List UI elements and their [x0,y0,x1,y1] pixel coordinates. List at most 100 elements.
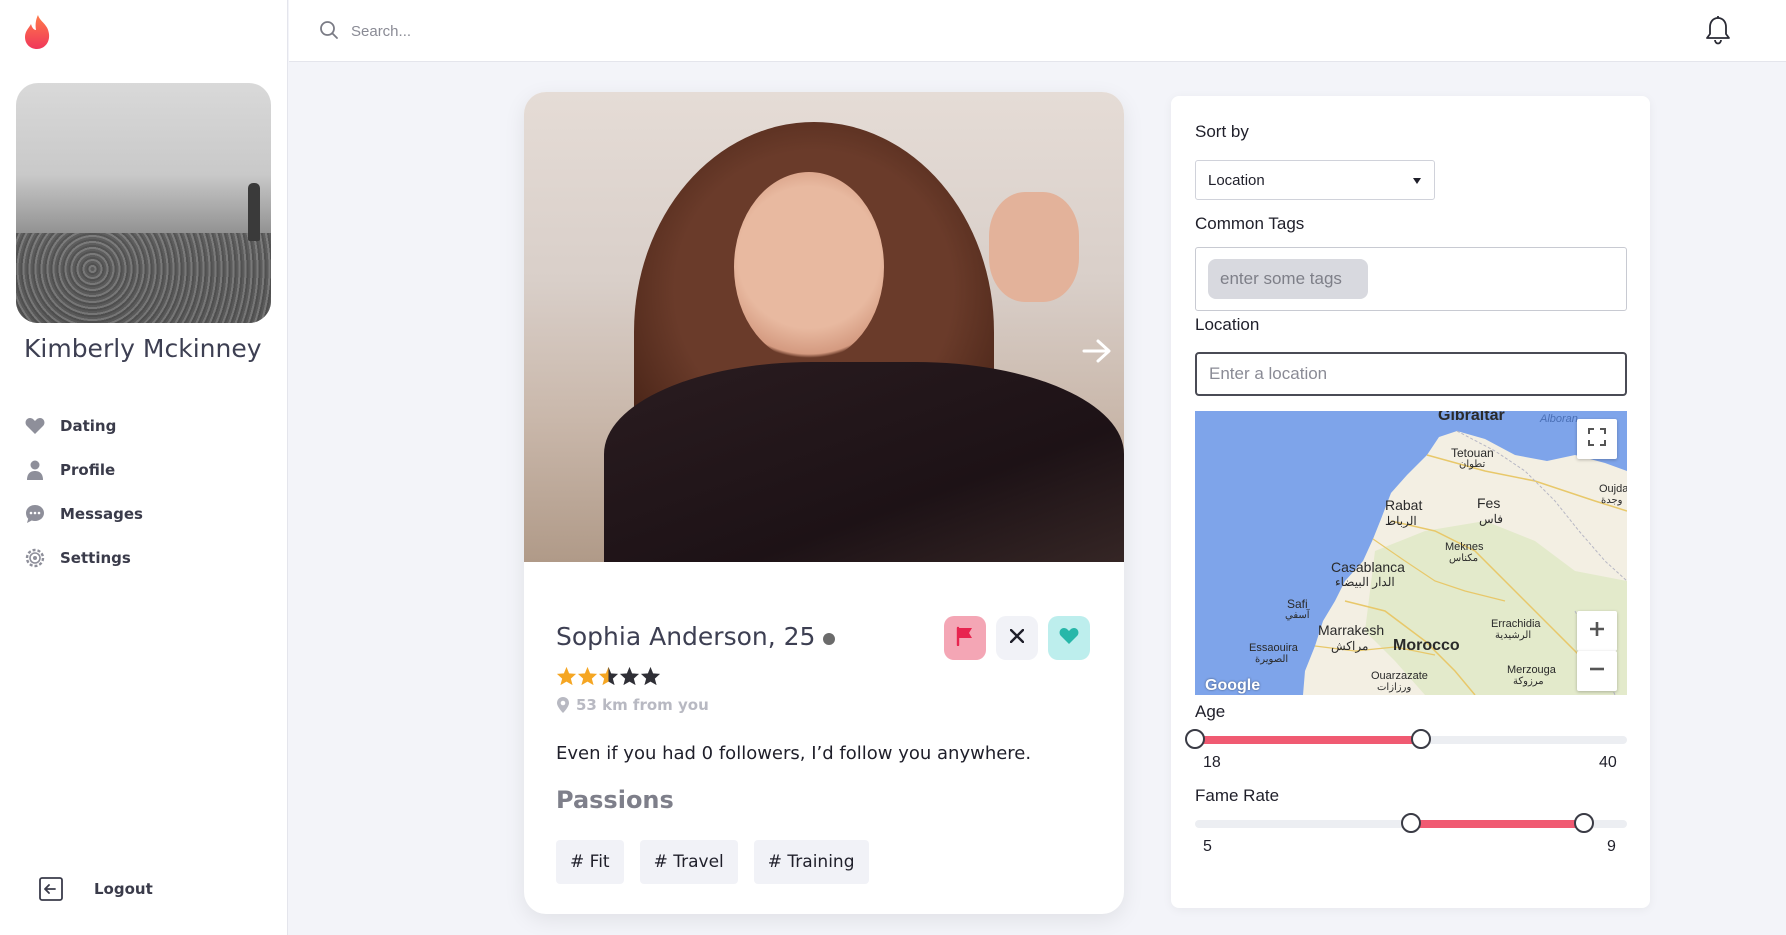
arrow-right-icon[interactable] [1082,338,1112,369]
distance-text: 53 km from you [576,696,709,714]
star-icon [577,666,598,686]
bell-icon[interactable] [1705,15,1731,50]
logout-button[interactable]: Logout [38,876,153,902]
map-label-merzouga-ar: مرزوكة [1513,676,1544,687]
online-status-dot [823,632,836,645]
map-label-oujda: Oujda [1599,483,1627,495]
sidebar-item-dating[interactable]: Dating [24,404,143,448]
sidebar-item-label: Dating [60,417,117,435]
fame-min-handle[interactable] [1401,813,1421,833]
profile-name-text: Sophia Anderson, 25 [556,622,816,651]
location-label: Location [1195,315,1260,334]
map-label-marrakesh: Marrakesh [1318,622,1385,638]
close-icon [1009,628,1025,648]
person-icon [24,459,46,481]
star-icon [619,666,640,686]
map-label-fes-ar: فاس [1479,512,1504,526]
sidebar-item-label: Profile [60,461,116,479]
top-bar [289,0,1786,62]
tags-input[interactable]: enter some tags [1195,247,1627,311]
map-label-gibraltar: Gibraltar [1438,411,1505,424]
sidebar-item-settings[interactable]: Settings [24,536,143,580]
fame-min-value: 5 [1203,838,1212,855]
map-label-rabat-ar: الرباط [1385,514,1417,528]
plus-icon [1588,620,1606,643]
minus-icon [1588,660,1606,683]
map-label-casablanca-ar: الدار البيضاء [1335,575,1395,589]
flame-icon[interactable] [22,14,54,50]
passion-tags: # Fit # Travel # Training [556,840,869,884]
profile-actions [944,616,1090,660]
map-label-oujda-ar: وجدة [1601,495,1623,506]
fame-rate-slider[interactable] [1195,813,1627,833]
profile-name: Sophia Anderson, 25 [556,622,836,651]
sidebar-item-profile[interactable]: Profile [24,448,143,492]
heart-icon [1059,627,1079,650]
age-max-value: 40 [1599,754,1617,771]
star-icon [598,666,619,686]
sort-label: Sort by [1195,122,1249,141]
location-input[interactable] [1195,352,1627,396]
sidebar-item-label: Messages [60,505,143,523]
map-label-rabat: Rabat [1385,497,1423,513]
map-label-alboran: Alboran [1540,413,1578,425]
zoom-out-button[interactable] [1577,651,1617,691]
logout-label: Logout [94,880,153,898]
passion-tag[interactable]: # Fit [556,840,624,884]
google-logo: Google [1205,677,1261,694]
map-label-meknes: Meknes [1445,541,1484,553]
map-label-errachidia-ar: الرشيدية [1495,630,1532,641]
map-label-errachidia: Errachidia [1491,618,1541,630]
flag-icon [955,626,975,651]
report-button[interactable] [944,616,986,660]
profile-bio: Even if you had 0 followers, I’d follow … [556,743,1032,764]
user-name: Kimberly Mckinney [24,334,262,363]
zoom-in-button[interactable] [1577,611,1617,651]
dislike-button[interactable] [996,616,1038,660]
map-label-tetouan-ar: تطوان [1459,459,1486,470]
map-label-ouarzazate: Ouarzazate [1371,670,1428,682]
like-button[interactable] [1048,616,1090,660]
map-label-safi-ar: آسفي [1285,610,1310,621]
fame-max-handle[interactable] [1573,813,1594,833]
chat-icon [24,503,46,525]
fullscreen-button[interactable] [1577,419,1617,459]
profile-card: Sophia Anderson, 25 53 km from you Even … [524,92,1124,914]
tags-input-placeholder[interactable]: enter some tags [1208,259,1368,299]
map-label-marrakesh-ar: مراكش [1331,639,1369,653]
logout-icon [38,876,64,902]
sort-select[interactable]: Location [1195,160,1435,200]
sort-select-value: Location [1208,171,1265,189]
map-label-ouarzazate-ar: ورزازات [1377,682,1412,693]
passion-tag[interactable]: # Travel [639,840,738,884]
profile-photo[interactable] [524,92,1124,562]
fame-rate-label: Fame Rate [1195,786,1280,805]
rating-stars [556,666,661,686]
age-label: Age [1195,702,1226,721]
map-label-fes: Fes [1477,495,1501,511]
sidebar: Kimberly Mckinney Dating Profile Message… [0,0,288,935]
age-max-handle[interactable] [1411,729,1432,749]
age-min-handle[interactable] [1185,729,1205,749]
sidebar-nav: Dating Profile Messages Settings [24,404,143,580]
location-pin-icon [557,697,569,713]
map-label-essaouira-ar: الصويرة [1255,654,1289,665]
avatar[interactable] [16,83,271,323]
map-label-morocco: Morocco [1393,637,1460,654]
map-label-casablanca: Casablanca [1331,559,1405,575]
fame-max-value: 9 [1607,838,1616,855]
sidebar-item-messages[interactable]: Messages [24,492,143,536]
star-icon [556,666,577,686]
map[interactable]: Gibraltar Alboran Tetouan تطوان Rabat ال… [1195,411,1627,695]
fame-slider-fill [1411,820,1584,828]
search-input[interactable] [351,17,751,45]
dropdown-arrow-icon [1412,172,1422,189]
map-label-meknes-ar: مكناس [1449,553,1479,564]
heart-icon [24,415,46,437]
gear-icon [24,547,46,569]
passion-tag[interactable]: # Training [753,840,869,884]
age-min-value: 18 [1203,754,1221,771]
search-icon [319,20,339,45]
filter-panel: Sort by Location Common Tags enter some … [1171,96,1650,908]
age-slider[interactable] [1185,729,1627,749]
